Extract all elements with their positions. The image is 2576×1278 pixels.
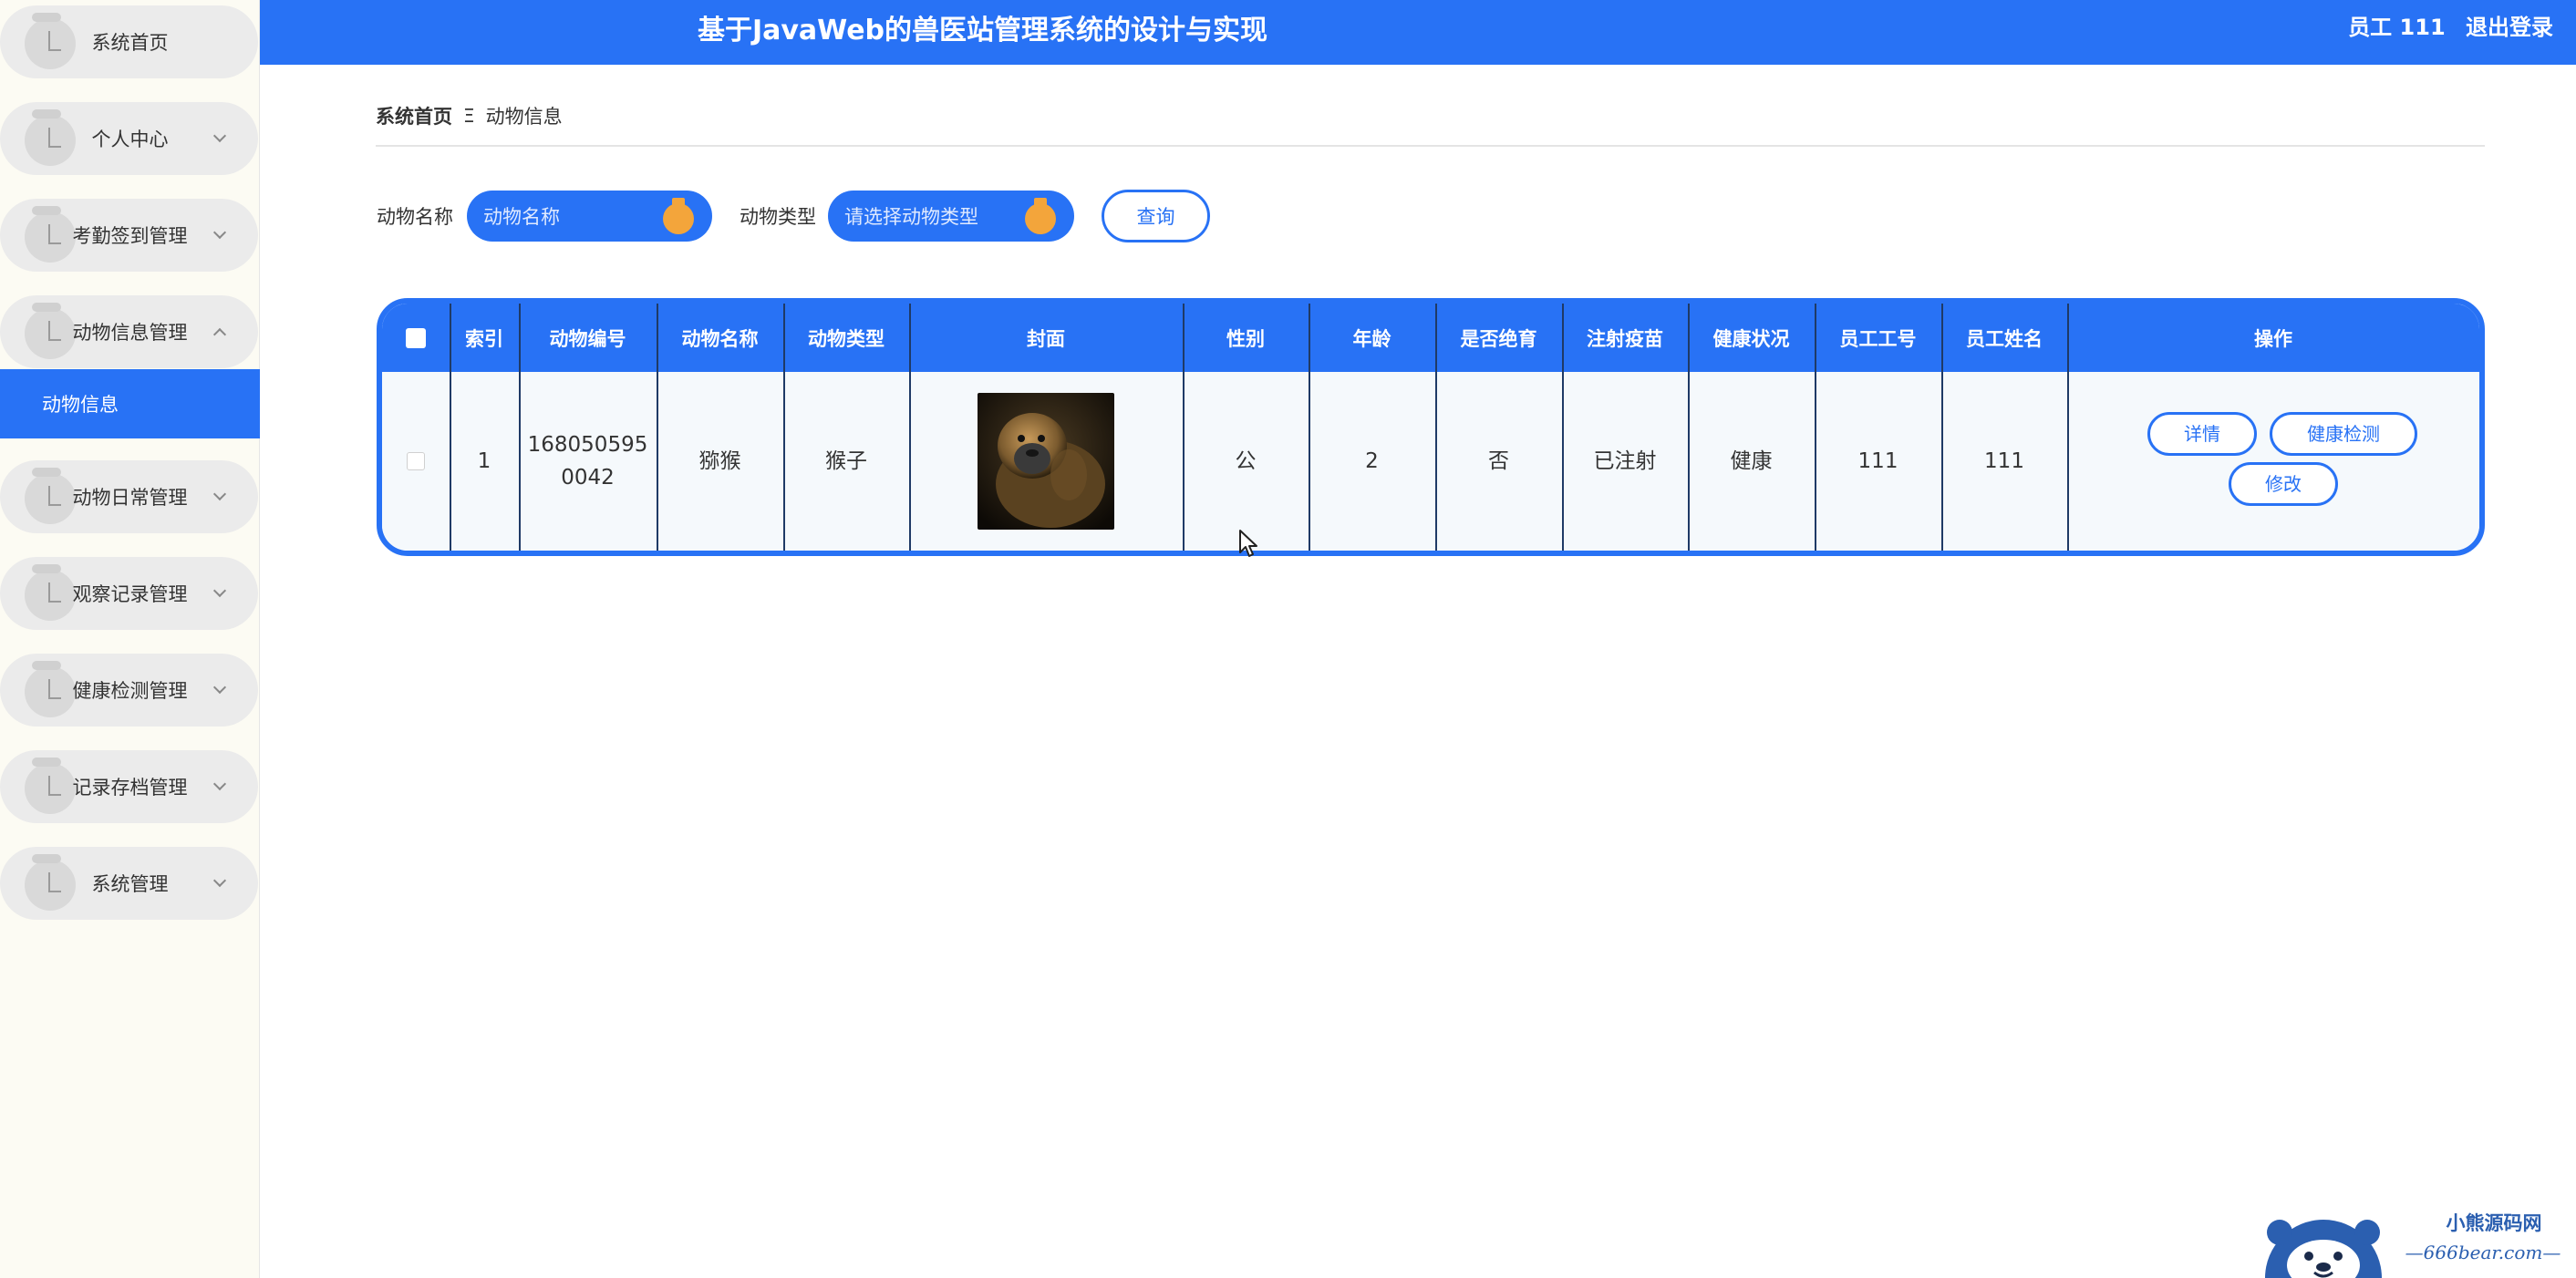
column-header: 性别 [1226, 327, 1265, 350]
sidebar-item-label: 系统首页 [91, 32, 169, 54]
page-title: 基于JavaWeb的兽医站管理系统的设计与实现 [697, 15, 1268, 46]
breadcrumb-home[interactable]: 系统首页 [376, 102, 452, 129]
row-select-cell [382, 372, 450, 551]
column-divider [657, 304, 658, 551]
sidebar-item-system[interactable]: 系统管理 [0, 847, 258, 920]
column-divider [909, 304, 911, 551]
column-divider [1941, 304, 1943, 551]
animal-type-select[interactable]: 请选择动物类型 [828, 191, 1074, 242]
watermark-url: —666bear.com— [2405, 1242, 2561, 1263]
current-user: 员工 111 [2348, 15, 2446, 40]
mouse-cursor-icon [1239, 530, 1257, 557]
column-divider [1435, 304, 1437, 551]
row-checkbox[interactable] [407, 452, 425, 470]
bear-logo-icon [2265, 1220, 2382, 1278]
header-user-area: 员工 111 退出登录 [2335, 9, 2553, 41]
sidebar-item-daily[interactable]: 动物日常管理 [0, 460, 258, 533]
sidebar-item-observation[interactable]: 观察记录管理 [0, 557, 258, 630]
watermark: 小熊源码网 —666bear.com— [2260, 1201, 2576, 1278]
column-divider [1562, 304, 1564, 551]
animal-no-line: 0042 [561, 466, 615, 490]
cell-sterilized: 否 [1488, 449, 1509, 473]
sidebar: 系统首页 个人中心 考勤签到管理 动物信息管理 动物信息 动物日常管理 观察记录… [0, 0, 260, 1278]
logout-link[interactable]: 退出登录 [2466, 15, 2553, 40]
column-divider [1815, 304, 1816, 551]
select-all-checkbox[interactable] [406, 327, 426, 348]
column-header: 动物类型 [808, 327, 885, 350]
sidebar-subitem-animal-info[interactable]: 动物信息 [0, 369, 260, 438]
cell-cover [909, 372, 1183, 551]
cell-animal-type: 猴子 [825, 449, 867, 473]
cell-index: 1 [477, 449, 491, 473]
sidebar-item-health-check[interactable]: 健康检测管理 [0, 654, 258, 727]
breadcrumb: 系统首页 Ξ 动物信息 [376, 102, 563, 129]
sidebar-item-archive[interactable]: 记录存档管理 [0, 750, 258, 823]
cell-actions: 详情 健康检测 修改 [2067, 372, 2479, 551]
sidebar-item-attendance[interactable]: 考勤签到管理 [0, 199, 258, 272]
table-header: 索引 动物编号 动物名称 动物类型 封面 性别 年龄 是否绝育 注射疫苗 健康状… [382, 304, 2479, 372]
column-divider [1688, 304, 1690, 551]
input-knob-icon [663, 198, 694, 234]
column-divider [519, 304, 521, 551]
column-divider [2067, 304, 2069, 551]
cell-animal-no: 168050595 0042 [519, 372, 657, 551]
sidebar-item-home[interactable]: 系统首页 [0, 5, 258, 78]
edit-button[interactable]: 修改 [2229, 462, 2338, 506]
cell-age: 2 [1365, 449, 1379, 473]
animal-type-label: 动物类型 [740, 206, 816, 228]
column-header: 是否绝育 [1460, 327, 1537, 350]
sidebar-item-animal-info[interactable]: 动物信息管理 [0, 295, 258, 368]
cell-animal-name: 猕猴 [698, 449, 741, 473]
column-divider [1309, 304, 1310, 551]
select-all-cell [382, 304, 450, 372]
column-divider [1183, 304, 1185, 551]
column-header: 索引 [465, 327, 503, 350]
breadcrumb-separator-icon: Ξ [463, 105, 475, 127]
animal-table: 索引 动物编号 动物名称 动物类型 封面 性别 年龄 是否绝育 注射疫苗 健康状… [377, 298, 2485, 556]
table-row: 1 168050595 0042 猕猴 猴子 公 2 否 已注射 健康 111 … [382, 372, 2479, 551]
health-check-button[interactable]: 健康检测 [2270, 412, 2417, 456]
sidebar-item-profile[interactable]: 个人中心 [0, 102, 258, 175]
column-divider [450, 304, 451, 551]
animal-cover-image[interactable] [978, 393, 1114, 530]
column-header: 封面 [1027, 327, 1065, 350]
query-button[interactable]: 查询 [1102, 190, 1210, 242]
cell-staff-no: 111 [1857, 449, 1898, 473]
column-header: 动物编号 [549, 327, 626, 350]
detail-button[interactable]: 详情 [2147, 412, 2257, 456]
animal-no-line: 168050595 [527, 433, 648, 457]
column-header: 健康状况 [1712, 327, 1790, 350]
column-header: 年龄 [1352, 327, 1391, 350]
column-divider [783, 304, 785, 551]
column-header: 操作 [2254, 327, 2292, 350]
column-header: 员工工号 [1839, 327, 1917, 350]
breadcrumb-current: 动物信息 [485, 106, 563, 128]
column-header: 员工姓名 [1966, 327, 2043, 350]
column-header: 动物名称 [681, 327, 759, 350]
animal-name-input[interactable]: 动物名称 [467, 191, 712, 242]
column-header: 注射疫苗 [1587, 327, 1663, 350]
animal-name-label: 动物名称 [377, 206, 453, 228]
cell-staff-name: 111 [1984, 449, 2024, 473]
watermark-title: 小熊源码网 [2446, 1211, 2542, 1234]
cell-health: 健康 [1730, 449, 1773, 473]
divider [376, 145, 2485, 147]
animal-type-placeholder: 请选择动物类型 [844, 206, 978, 228]
dropdown-knob-icon [1025, 198, 1056, 234]
cell-gender: 公 [1235, 449, 1257, 473]
top-header: 基于JavaWeb的兽医站管理系统的设计与实现 员工 111 退出登录 [260, 0, 2576, 65]
animal-name-placeholder: 动物名称 [483, 206, 560, 228]
cell-vaccine: 已注射 [1593, 449, 1657, 473]
